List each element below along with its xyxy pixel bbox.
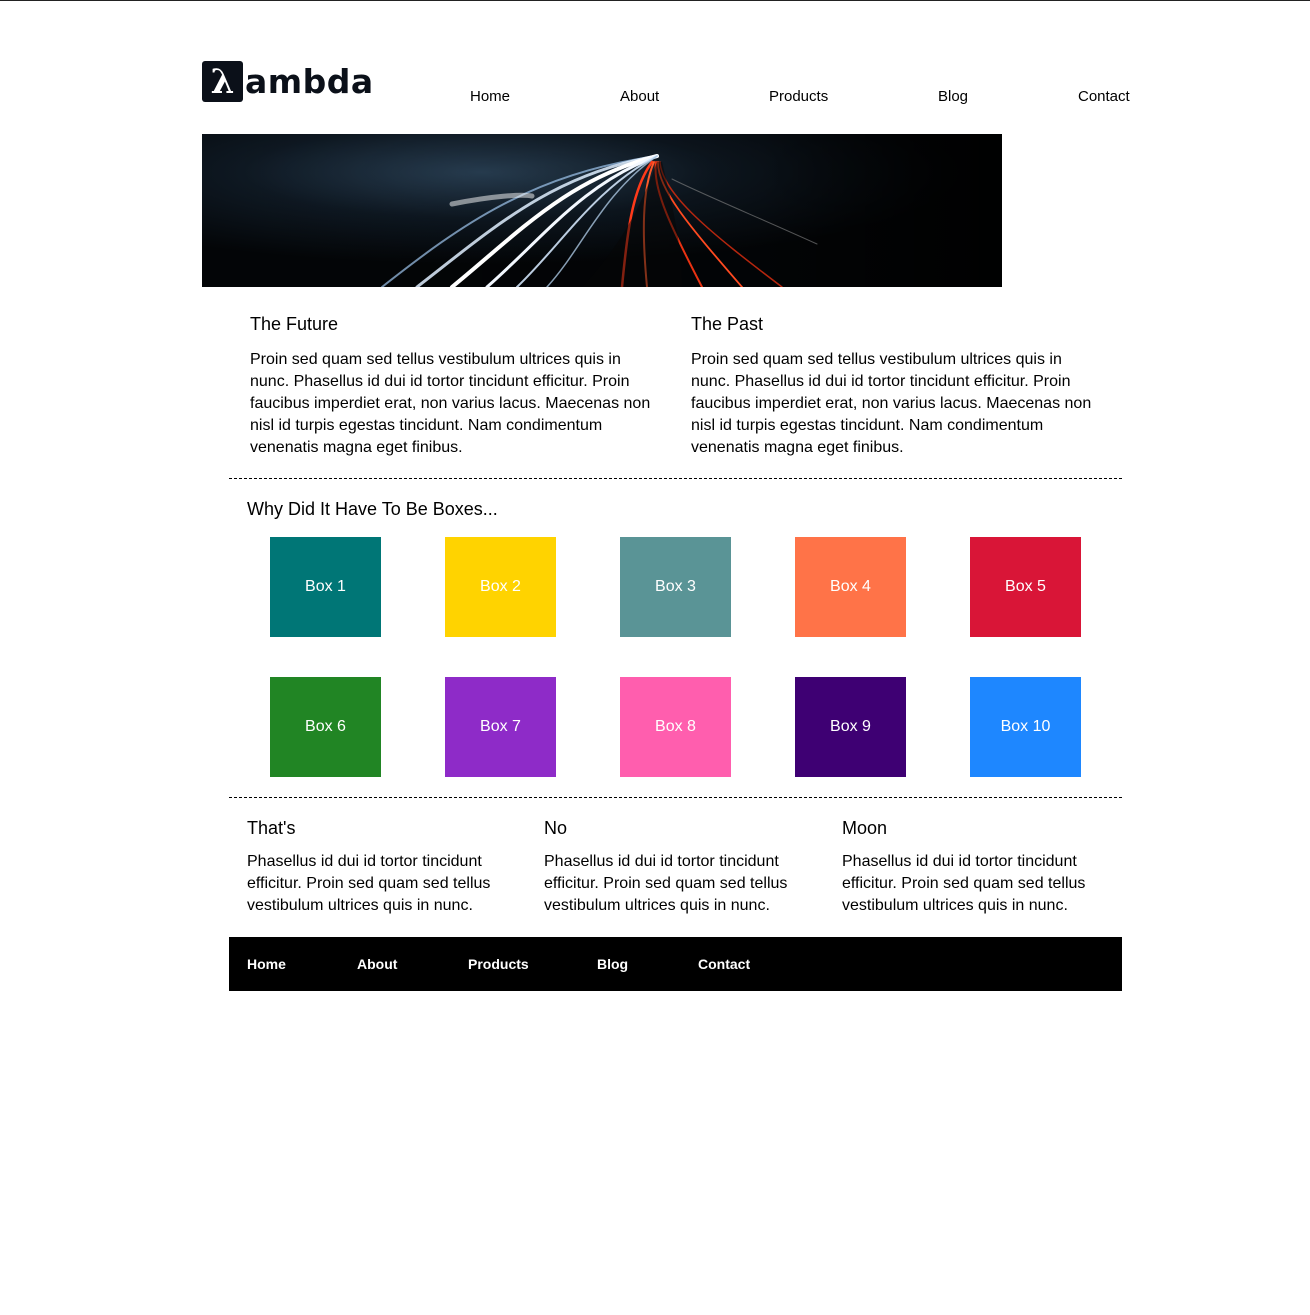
- footer-nav: Home About Products Blog Contact: [229, 937, 1122, 991]
- box-3: Box 3: [620, 537, 731, 637]
- lambda-logo-icon: λ: [202, 61, 243, 102]
- box-5: Box 5: [970, 537, 1081, 637]
- column-thats: That's Phasellus id dui id tortor tincid…: [247, 817, 507, 917]
- box-label: Box 3: [655, 578, 696, 595]
- divider: [229, 797, 1122, 798]
- column-body: Phasellus id dui id tortor tincidunt eff…: [247, 853, 491, 914]
- column-title: Moon: [842, 818, 888, 838]
- top-border: [0, 0, 1310, 1]
- box-label: Box 4: [830, 578, 871, 595]
- nav-contact[interactable]: Contact: [1078, 88, 1130, 105]
- divider: [229, 478, 1122, 479]
- logo[interactable]: λ ambda: [202, 61, 374, 102]
- box-2: Box 2: [445, 537, 556, 637]
- footer-nav-blog[interactable]: Blog: [597, 956, 628, 972]
- column-title: That's: [247, 818, 296, 838]
- box-8: Box 8: [620, 677, 731, 777]
- box-4: Box 4: [795, 537, 906, 637]
- box-label: Box 10: [1000, 718, 1051, 735]
- box-6: Box 6: [270, 677, 381, 777]
- article-body: Proin sed quam sed tellus vestibulum ult…: [691, 351, 1092, 456]
- boxes-heading: Why Did It Have To Be Boxes...: [247, 499, 498, 519]
- footer-nav-home[interactable]: Home: [247, 956, 286, 972]
- article-body: Proin sed quam sed tellus vestibulum ult…: [250, 351, 651, 456]
- column-body: Phasellus id dui id tortor tincidunt eff…: [842, 853, 1086, 914]
- article-title: The Past: [691, 314, 764, 334]
- box-label: Box 1: [305, 578, 346, 595]
- column-body: Phasellus id dui id tortor tincidunt eff…: [544, 853, 788, 914]
- box-label: Box 2: [480, 578, 521, 595]
- column-moon: Moon Phasellus id dui id tortor tincidun…: [842, 817, 1102, 917]
- box-1: Box 1: [270, 537, 381, 637]
- column-no: No Phasellus id dui id tortor tincidunt …: [544, 817, 804, 917]
- hero-image: [202, 134, 1002, 287]
- footer-nav-products[interactable]: Products: [468, 956, 529, 972]
- box-label: Box 8: [655, 718, 696, 735]
- box-9: Box 9: [795, 677, 906, 777]
- nav-about[interactable]: About: [620, 88, 659, 105]
- box-label: Box 7: [480, 718, 521, 735]
- article-past: The Past Proin sed quam sed tellus vesti…: [691, 313, 1101, 459]
- box-label: Box 6: [305, 718, 346, 735]
- box-label: Box 5: [1005, 578, 1046, 595]
- nav-home[interactable]: Home: [470, 88, 510, 105]
- nav-blog[interactable]: Blog: [938, 88, 968, 105]
- nav-products[interactable]: Products: [769, 88, 828, 105]
- box-7: Box 7: [445, 677, 556, 777]
- article-future: The Future Proin sed quam sed tellus ves…: [250, 313, 660, 459]
- footer-nav-about[interactable]: About: [357, 956, 397, 972]
- column-title: No: [544, 818, 568, 838]
- box-10: Box 10: [970, 677, 1081, 777]
- footer-nav-contact[interactable]: Contact: [698, 956, 750, 972]
- logo-text: ambda: [245, 62, 374, 101]
- article-title: The Future: [250, 314, 339, 334]
- box-label: Box 9: [830, 718, 871, 735]
